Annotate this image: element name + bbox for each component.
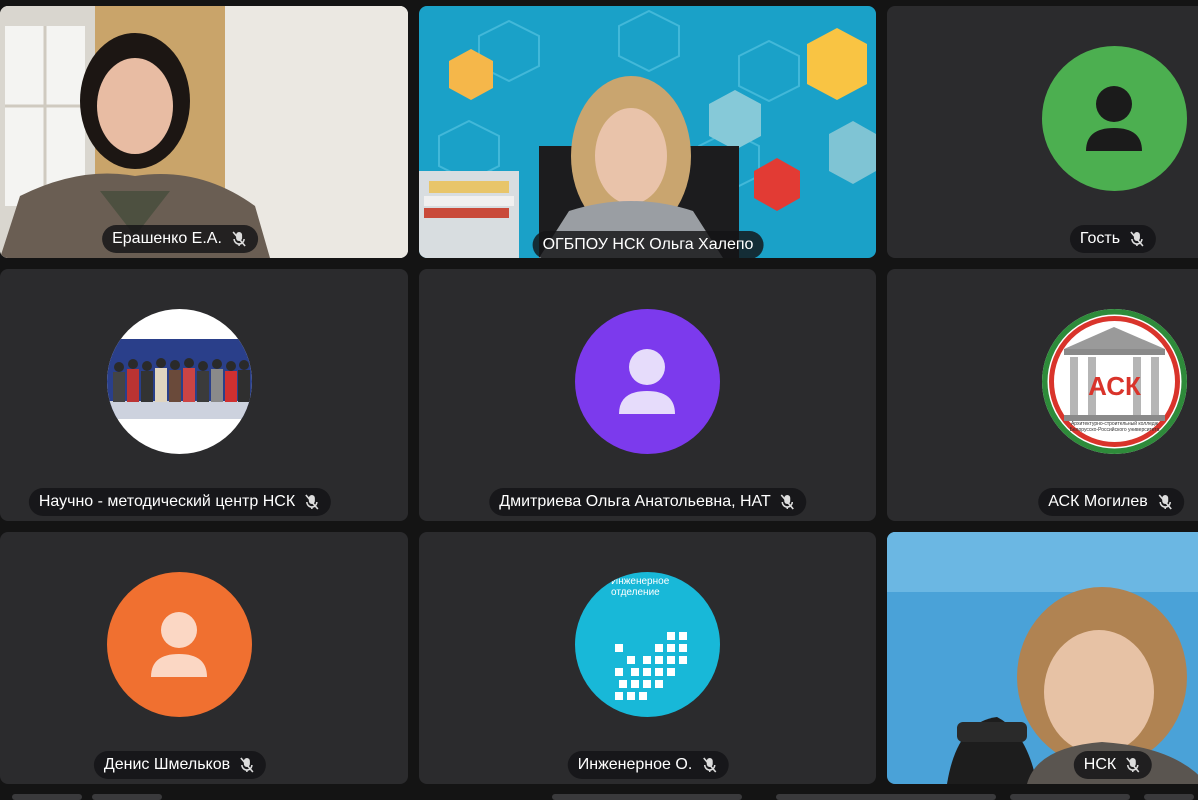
participant-tile-halepo[interactable]: ОГБПОУ НСК Ольга Халепо (419, 6, 876, 258)
ask-logo-text: АСК (1088, 371, 1141, 401)
participant-avatar-logo: АСК Архитектурно-строительный колледж Бе… (1042, 309, 1187, 454)
participant-avatar (575, 309, 720, 454)
participant-avatar-logo: Инженерное отделение (575, 572, 720, 717)
participant-name: НСК (1083, 756, 1117, 773)
mic-off-icon (1158, 494, 1172, 510)
participant-name: Дмитриева Ольга Анатольевна, НАТ (499, 493, 771, 510)
participant-avatar-photo (107, 309, 252, 454)
toolbar-button[interactable] (552, 794, 742, 800)
engineering-logo-text: Инженерное отделение (611, 576, 670, 598)
participant-avatar (107, 572, 252, 717)
participant-name: Денис Шмельков (103, 756, 231, 773)
participant-tile-dmitrieva[interactable]: Дмитриева Ольга Анатольевна, НАТ (419, 269, 876, 521)
mic-off-icon (781, 494, 795, 510)
participant-name: Научно - методический центр НСК (38, 493, 296, 510)
toolbar-button[interactable] (12, 794, 82, 800)
participant-name: Ерашенко Е.А. (112, 230, 222, 247)
participant-name: Гость (1079, 230, 1121, 247)
participant-tile-nsk[interactable]: НСК (887, 532, 1198, 784)
participant-video-nsk (887, 532, 1198, 784)
toolbar-button[interactable] (1144, 794, 1194, 800)
participant-name-label: Научно - методический центр НСК (28, 488, 332, 516)
participant-video-halepo (419, 6, 876, 258)
person-icon (151, 612, 207, 677)
mic-off-icon (305, 494, 319, 510)
participant-name-label: Гость (1069, 225, 1157, 253)
mic-off-icon (232, 231, 246, 247)
toolbar-button[interactable] (776, 794, 996, 800)
mic-off-icon (702, 757, 716, 773)
person-icon (619, 349, 675, 414)
participant-name: АСК Могилев (1048, 493, 1148, 510)
participant-name: Инженерное О. (577, 756, 693, 773)
toolbar-button[interactable] (92, 794, 162, 800)
mic-off-icon (240, 757, 254, 773)
participant-video-erashenko (0, 6, 408, 258)
participant-tile-guest[interactable]: Гость (887, 6, 1198, 258)
participant-name-label: НСК (1073, 751, 1153, 779)
participant-tile-ask-mogilev[interactable]: АСК Архитектурно-строительный колледж Бе… (887, 269, 1198, 521)
person-icon (1086, 86, 1142, 151)
participant-name-label: Инженерное О. (567, 751, 729, 779)
participant-name-label: АСК Могилев (1038, 488, 1184, 516)
participant-name-label: Дмитриева Ольга Анатольевна, НАТ (489, 488, 807, 516)
mic-off-icon (1126, 757, 1140, 773)
participant-name-label: ОГБПОУ НСК Ольга Халепо (532, 231, 764, 258)
toolbar-button[interactable] (1010, 794, 1130, 800)
participant-avatar (1042, 46, 1187, 191)
participant-name-label: Ерашенко Е.А. (102, 225, 258, 253)
group-photo (107, 339, 252, 419)
participant-tile-shmelkov[interactable]: Денис Шмельков (0, 532, 408, 784)
mic-off-icon (1130, 231, 1144, 247)
participant-name: ОГБПОУ НСК Ольга Халепо (542, 236, 754, 253)
participant-tile-erashenko[interactable]: Ерашенко Е.А. (0, 6, 408, 258)
participant-name-label: Денис Шмельков (93, 751, 267, 779)
participant-tile-nmc[interactable]: Научно - методический центр НСК (0, 269, 408, 521)
ask-logo-caption-2: Белорусско-Российского университета (1069, 427, 1160, 433)
participant-tile-engineering[interactable]: Инженерное отделение Инженерное О. (419, 532, 876, 784)
